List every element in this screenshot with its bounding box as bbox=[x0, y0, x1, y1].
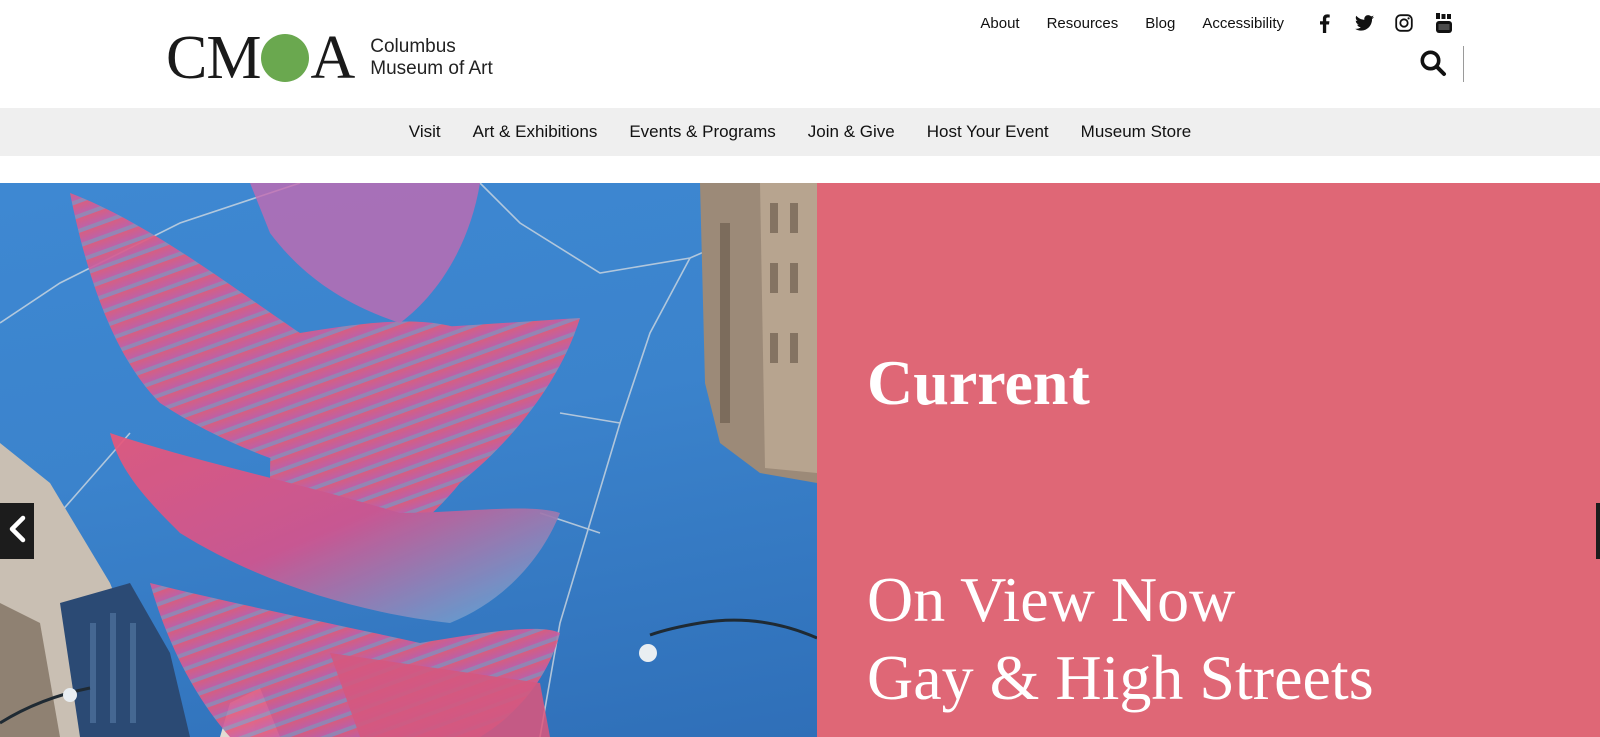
logo-line-2: Museum of Art bbox=[370, 58, 493, 79]
site-header: CM A Columbus Museum of Art About Resourc… bbox=[0, 0, 1600, 108]
logo-line-1: Columbus bbox=[370, 36, 456, 57]
util-link-blog[interactable]: Blog bbox=[1145, 15, 1175, 32]
hero-subtitle[interactable]: On View Now Gay & High Streets bbox=[867, 561, 1374, 717]
logo-mark-right: A bbox=[310, 24, 355, 92]
nav-item-host-your-event[interactable]: Host Your Event bbox=[927, 122, 1049, 142]
hero-title: Current bbox=[867, 347, 1090, 418]
hero-panel: Current On View Now Gay & High Streets bbox=[817, 183, 1600, 737]
main-nav: Visit Art & Exhibitions Events & Program… bbox=[0, 108, 1600, 156]
hero-subtitle-line-1: On View Now bbox=[867, 564, 1236, 635]
logo-wordmark: Columbus Museum of Art bbox=[370, 36, 493, 80]
hero-image bbox=[0, 183, 817, 737]
youtube-icon[interactable] bbox=[1430, 12, 1458, 34]
search-icon bbox=[1419, 49, 1447, 82]
utility-nav: About Resources Blog Accessibility bbox=[980, 12, 1458, 34]
instagram-icon[interactable] bbox=[1390, 12, 1418, 34]
logo-mark: CM A bbox=[166, 24, 355, 92]
facebook-icon[interactable] bbox=[1310, 12, 1338, 34]
hero-subtitle-line-2: Gay & High Streets bbox=[867, 642, 1374, 713]
nav-item-visit[interactable]: Visit bbox=[409, 122, 441, 142]
header-divider bbox=[1463, 46, 1464, 82]
util-link-about[interactable]: About bbox=[980, 15, 1019, 32]
nav-item-museum-store[interactable]: Museum Store bbox=[1081, 122, 1192, 142]
social-links bbox=[1298, 12, 1458, 34]
logo-green-dot bbox=[261, 34, 310, 82]
slider-next-button[interactable] bbox=[1596, 503, 1600, 559]
site-logo[interactable]: CM A Columbus Museum of Art bbox=[166, 24, 493, 92]
search-button[interactable] bbox=[1416, 48, 1450, 82]
slider-prev-button[interactable] bbox=[0, 503, 34, 559]
twitter-icon[interactable] bbox=[1350, 12, 1378, 34]
nav-item-events-programs[interactable]: Events & Programs bbox=[629, 122, 775, 142]
hero-slider: Current On View Now Gay & High Streets bbox=[0, 183, 1600, 737]
chevron-left-icon bbox=[8, 515, 26, 548]
logo-mark-left: CM bbox=[166, 24, 261, 92]
util-link-accessibility[interactable]: Accessibility bbox=[1202, 15, 1284, 32]
util-link-resources[interactable]: Resources bbox=[1047, 15, 1119, 32]
nav-item-art-exhibitions[interactable]: Art & Exhibitions bbox=[473, 122, 598, 142]
nav-item-join-give[interactable]: Join & Give bbox=[808, 122, 895, 142]
